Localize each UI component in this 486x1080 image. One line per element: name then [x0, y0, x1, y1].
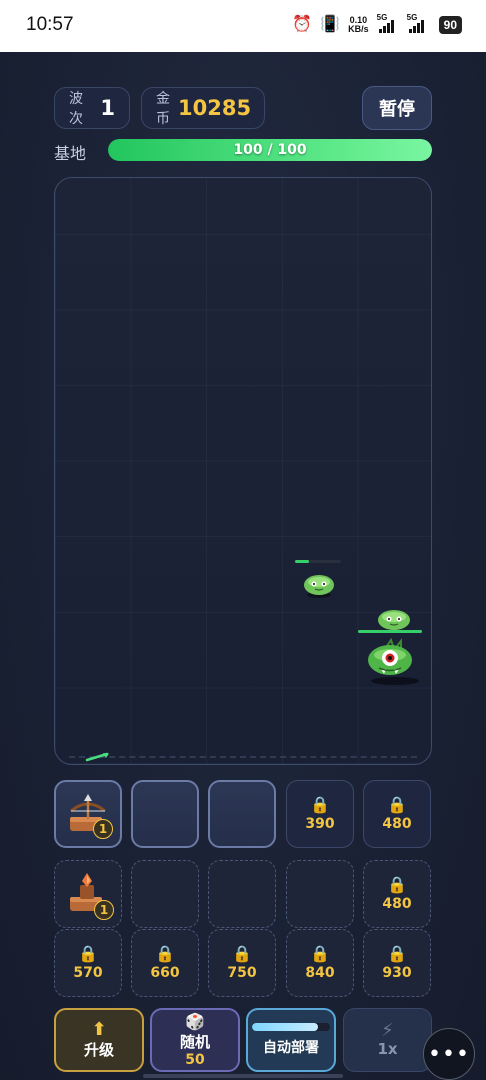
sim2-label: 5G: [406, 13, 418, 22]
slot-cost: 480: [382, 896, 412, 912]
net-speed-unit: KB/s: [348, 24, 369, 34]
lock-icon: 🔒: [155, 944, 175, 963]
tower-level-badge: 1: [93, 819, 113, 839]
wave-counter: 波次 1: [54, 87, 130, 129]
random-label: 随机: [179, 1032, 210, 1051]
home-indicator[interactable]: [143, 1074, 343, 1078]
bench-slot-locked[interactable]: 🔒 840: [286, 929, 354, 997]
tower-level-badge: 1: [94, 900, 114, 920]
slime-enemy: [378, 610, 410, 630]
tower-slot-empty[interactable]: [131, 780, 199, 848]
tower-slot-locked[interactable]: 🔒 390: [286, 780, 354, 848]
lock-icon: 🔒: [310, 795, 330, 814]
random-cost: 50: [185, 1051, 205, 1068]
tower-slot-crossbow[interactable]: 1: [54, 780, 122, 848]
lock-icon: 🔒: [387, 795, 407, 814]
base-hp-bar: 100 / 100: [108, 139, 432, 161]
bench-slot-empty[interactable]: [131, 860, 199, 928]
speed-label: 1x: [377, 1040, 398, 1058]
upgrade-label: 升级: [83, 1040, 114, 1059]
tower-slot-empty[interactable]: [208, 780, 276, 848]
upgrade-button[interactable]: ⬆ 升级: [54, 1008, 144, 1072]
cyclops-enemy: [368, 638, 419, 685]
status-icons: ⏰ 📳 0.10 KB/s 5G 5G 90: [292, 13, 462, 35]
alarm-icon: ⏰: [292, 16, 313, 33]
base-label: 基地: [54, 144, 87, 163]
base-line: [69, 756, 417, 758]
pause-button[interactable]: 暂停: [362, 86, 432, 130]
battlefield[interactable]: [54, 177, 432, 765]
signal-icon-2: 5G: [407, 13, 431, 33]
auto-deploy-progress: [252, 1023, 330, 1031]
slot-cost: 660: [150, 965, 180, 981]
status-bar: 10:57 ⏰ 📳 0.10 KB/s 5G 5G 90: [0, 0, 486, 52]
slot-cost: 930: [382, 965, 412, 981]
wave-value: 1: [100, 96, 115, 120]
arrow-up-icon: ⬆: [91, 1018, 107, 1040]
auto-deploy-button[interactable]: 自动部署: [246, 1008, 336, 1072]
lightning-icon: ⚡: [381, 1020, 394, 1041]
lock-icon: 🔒: [387, 944, 407, 963]
auto-deploy-label: 自动部署: [263, 1040, 319, 1056]
bench-slot-locked[interactable]: 🔒 480: [363, 860, 431, 928]
bench-slot-cannon[interactable]: 1: [54, 860, 122, 928]
more-options-button[interactable]: •••: [423, 1028, 475, 1080]
enemy-hp-bar: [295, 560, 341, 563]
bench-slot-locked[interactable]: 🔒 660: [131, 929, 199, 997]
signal-icon: 5G: [377, 13, 399, 33]
lock-icon: 🔒: [78, 944, 98, 963]
random-button[interactable]: 🎲 随机 50: [150, 1008, 240, 1072]
gold-counter: 金币 10285: [141, 87, 265, 129]
slot-cost: 570: [73, 965, 103, 981]
slot-cost: 750: [227, 965, 257, 981]
wave-label: 波次: [69, 91, 83, 127]
lock-icon: 🔒: [310, 944, 330, 963]
battery-icon: 90: [438, 16, 462, 34]
bench-slot-locked[interactable]: 🔒 930: [363, 929, 431, 997]
sim1-label: 5G: [376, 13, 388, 22]
lock-icon: 🔒: [232, 944, 252, 963]
bench-slot-empty[interactable]: [286, 860, 354, 928]
slot-cost: 390: [305, 816, 335, 832]
tower-slot-locked[interactable]: 🔒 480: [363, 780, 431, 848]
dice-icon: 🎲: [185, 1011, 205, 1031]
arrow-projectile: [85, 752, 109, 762]
speed-button[interactable]: ⚡ 1x: [343, 1008, 432, 1072]
net-speed: 0.10 KB/s: [348, 16, 369, 34]
gold-label: 金币: [156, 91, 170, 127]
enemy-hp-bar: [358, 630, 422, 633]
clock: 10:57: [26, 14, 74, 35]
slot-cost: 840: [305, 965, 335, 981]
base-hp-text: 100 / 100: [233, 142, 307, 158]
slot-cost: 480: [382, 816, 412, 832]
lock-icon: 🔒: [387, 875, 407, 894]
bench-slot-locked[interactable]: 🔒 570: [54, 929, 122, 997]
vibrate-icon: 📳: [320, 16, 341, 33]
slime-enemy: [304, 575, 334, 598]
gold-value: 10285: [178, 96, 252, 120]
bench-slot-empty[interactable]: [208, 860, 276, 928]
bench-slot-locked[interactable]: 🔒 750: [208, 929, 276, 997]
